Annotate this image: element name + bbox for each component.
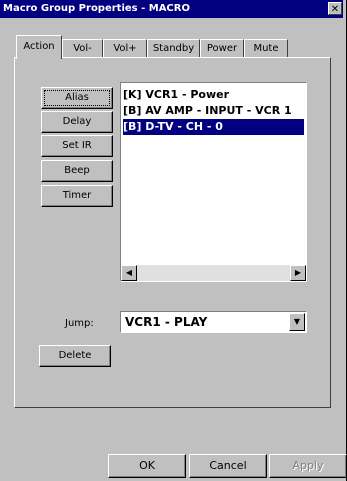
tab-power[interactable]: Power (200, 39, 244, 57)
tab-vol-minus[interactable]: Vol- (62, 39, 103, 57)
apply-button[interactable]: Apply (269, 454, 347, 478)
window-title: Macro Group Properties - MACRO (3, 3, 190, 14)
tab-panel (14, 57, 331, 408)
tab-vol-plus[interactable]: Vol+ (103, 39, 147, 57)
tab-action[interactable]: Action (16, 35, 62, 59)
ok-button[interactable]: OK (108, 454, 186, 478)
tab-standby[interactable]: Standby (147, 39, 200, 57)
title-bar[interactable]: Macro Group Properties - MACRO ✕ (0, 0, 343, 18)
tab-mute[interactable]: Mute (244, 39, 288, 57)
close-icon[interactable]: ✕ (328, 2, 342, 15)
dialog-window: Macro Group Properties - MACRO ✕ Action … (0, 0, 347, 481)
cancel-button[interactable]: Cancel (189, 454, 267, 478)
